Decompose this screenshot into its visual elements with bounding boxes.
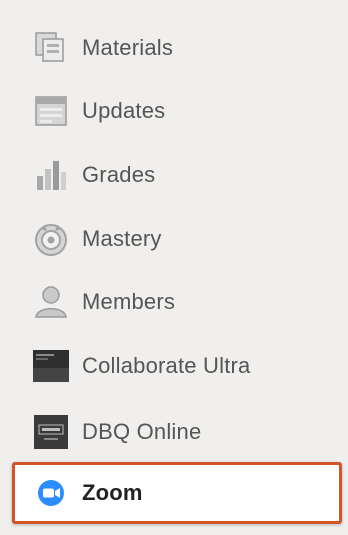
sidebar-item-label: Members: [82, 289, 176, 314]
sidebar-item-label: Updates: [82, 98, 166, 123]
mastery-icon: [33, 221, 69, 257]
sidebar-item-label: Materials: [82, 35, 174, 60]
collaborate-ultra-icon: [33, 348, 69, 384]
sidebar-item-label: Zoom: [82, 480, 143, 505]
updates-icon: [33, 93, 69, 129]
sidebar-item-collaborate-ultra[interactable]: Collaborate Ultra: [0, 335, 348, 397]
sidebar-item-label: DBQ Online: [82, 419, 202, 444]
members-icon: [33, 284, 69, 320]
sidebar-item-zoom[interactable]: Zoom: [12, 462, 342, 524]
grades-icon: [33, 157, 69, 193]
sidebar-item-label: Collaborate Ultra: [82, 353, 251, 378]
sidebar-item-label: Mastery: [82, 226, 162, 251]
sidebar-item-mastery[interactable]: Mastery: [0, 208, 348, 270]
sidebar-item-updates[interactable]: Updates: [0, 80, 348, 142]
sidebar-item-members[interactable]: Members: [0, 271, 348, 333]
materials-icon: [33, 30, 69, 66]
sidebar-item-materials[interactable]: Materials: [0, 17, 348, 79]
sidebar-item-grades[interactable]: Grades: [0, 144, 348, 206]
zoom-icon: [33, 475, 69, 511]
course-sidebar-nav: Materials Updates Grades Mastery Members…: [0, 0, 348, 535]
sidebar-item-dbq-online[interactable]: DBQ Online: [0, 401, 348, 463]
dbq-online-icon: [33, 414, 69, 450]
sidebar-item-label: Grades: [82, 162, 156, 187]
